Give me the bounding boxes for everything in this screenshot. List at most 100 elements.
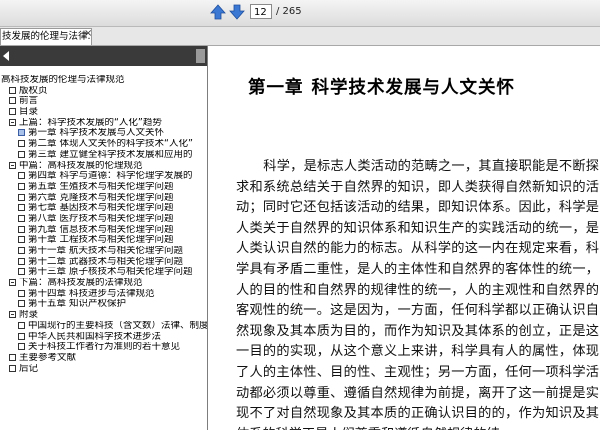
bookmark-page-icon xyxy=(9,86,16,94)
bookmark-page-icon xyxy=(9,108,16,116)
page-number-input[interactable]: 12 xyxy=(250,4,272,19)
bookmark-item[interactable]: 第十章 工程技术与相关伦理学问题 xyxy=(0,235,207,246)
bookmark-item[interactable]: 第一章 科学技术发展与人文关怀 xyxy=(0,128,207,139)
bookmark-label: 第十五章 知识产权保护 xyxy=(28,299,127,310)
bookmark-item[interactable]: 主要参考文献 xyxy=(0,353,207,364)
bookmark-label: 第七章 基因技术与相关伦理学问题 xyxy=(28,203,174,214)
bookmark-label: 第四章 科学与道德：科学伦理学发展的 xyxy=(28,171,193,182)
bookmark-item[interactable]: 版权页 xyxy=(0,86,207,97)
bookmark-label: 版权页 xyxy=(19,85,48,96)
bookmark-item[interactable]: 前言 xyxy=(0,96,207,107)
bookmark-page-icon xyxy=(18,247,25,254)
bookmark-page-icon xyxy=(18,236,25,244)
tab-document[interactable]: 技发展的伦理与法律... xyxy=(0,28,92,45)
bookmark-page-icon xyxy=(18,289,25,297)
bookmark-label: 第三章 建立健全科学技术发展和应用的 xyxy=(28,149,193,160)
bookmark-page-icon xyxy=(18,343,25,351)
body-text: 科学，是标志人类活动的范畴之一，其直接职能是不断探求和系统总结关于自然界的知识，… xyxy=(236,159,599,430)
document-page: 第一章 科学技术发展与人文关怀 科学，是标志人类活动的范畴之一，其直接职能是不断探… xyxy=(208,46,600,430)
bookmark-page-icon xyxy=(18,204,25,212)
bookmark-item[interactable]: 中篇：高科技发展的伦理规范 xyxy=(0,161,207,172)
bookmark-label: 第五章 生殖技术与相关伦理学问题 xyxy=(28,181,174,192)
bookmark-label: 第一章 科学技术发展与人文关怀 xyxy=(28,128,165,139)
bookmark-page-icon xyxy=(9,97,16,105)
bookmark-page-icon xyxy=(18,182,25,190)
bookmark-label: 后记 xyxy=(19,363,39,374)
bookmark-label: 第十二章 武器技术与相关伦理学问题 xyxy=(28,256,184,267)
bookmark-label: 前言 xyxy=(19,96,39,107)
bookmark-item[interactable]: 附录 xyxy=(0,310,207,321)
bookmark-item[interactable]: 高科技发展的伦理与法律规范 xyxy=(0,75,207,86)
arrow-up-icon[interactable] xyxy=(209,3,227,21)
bookmark-item[interactable]: 上篇：科学技术发展的“人化”趋势 xyxy=(0,118,207,129)
bookmark-page-icon xyxy=(18,225,25,233)
bookmark-item[interactable]: 第三章 建立健全科学技术发展和应用的 xyxy=(0,150,207,161)
bookmark-page-icon xyxy=(18,332,25,340)
bookmark-sidebar: 高科技发展的伦理与法律规范 版权页 前言 目录 上篇：科学技术发展的“人化”趋势 第一章 … xyxy=(0,46,208,430)
collapse-sidebar-icon[interactable] xyxy=(3,51,9,61)
bookmark-item[interactable]: 第二章 体现人文关怀的科学技术“人化” xyxy=(0,139,207,150)
chapter-title: 科学技术发展与人文关怀 xyxy=(311,78,515,98)
toolbar: 12 / 265 xyxy=(0,0,600,27)
bookmark-label: 下篇：高科技发展的法律规范 xyxy=(19,278,143,289)
bookmark-label: 中篇：高科技发展的伦理规范 xyxy=(19,160,143,171)
bookmark-page-icon xyxy=(9,364,16,372)
chapter-number: 第一章 xyxy=(248,78,304,98)
arrow-down-icon[interactable] xyxy=(228,3,246,21)
chapter-heading: 第一章 科学技术发展与人文关怀 xyxy=(248,74,515,99)
bookmark-label: 第十一章 航天技术与相关伦理学问题 xyxy=(28,246,184,256)
bookmark-page-icon xyxy=(18,172,25,180)
bookmark-page-icon xyxy=(18,214,25,222)
page-total: / 265 xyxy=(276,6,302,17)
bookmark-item[interactable]: 第七章 基因技术与相关伦理学问题 xyxy=(0,203,207,214)
bookmark-item[interactable]: 后记 xyxy=(0,364,207,375)
bookmark-item[interactable]: 第六章 克隆技术与相关伦理学问题 xyxy=(0,193,207,204)
bookmark-item[interactable]: 第十二章 武器技术与相关伦理学问题 xyxy=(0,257,207,268)
bookmark-page-icon xyxy=(18,129,25,137)
bookmark-label: 第八章 医疗技术与相关伦理学问题 xyxy=(28,213,174,224)
bookmark-label: 主要参考文献 xyxy=(19,352,77,363)
bookmark-page-icon xyxy=(18,268,25,276)
bookmark-label: 第十三章 原子核技术与相关伦理学问题 xyxy=(28,267,193,278)
bookmark-label: 第十四章 科技进步与法律规范 xyxy=(28,288,155,299)
bookmark-item[interactable]: 下篇：高科技发展的法律规范 xyxy=(0,278,207,289)
tab-close-icon[interactable]: × xyxy=(84,28,92,39)
bookmark-page-icon xyxy=(18,150,25,158)
bookmark-item[interactable]: 第十一章 航天技术与相关伦理学问题 xyxy=(0,246,207,257)
bookmark-label: 中国现行的主要科技（含文数）法律、制度 xyxy=(28,320,207,331)
bookmark-item[interactable]: 关于科技工作者行为准则的若干意见 xyxy=(0,342,207,353)
bookmark-label: 第二章 体现人文关怀的科学技术“人化” xyxy=(28,139,193,150)
sidebar-header xyxy=(0,46,207,66)
bookmark-item[interactable]: 中华人民共和国科学技术进步法 xyxy=(0,332,207,343)
bookmark-item[interactable]: 第十五章 知识产权保护 xyxy=(0,299,207,310)
bookmark-tree: 高科技发展的伦理与法律规范 版权页 前言 目录 上篇：科学技术发展的“人化”趋势 第一章 … xyxy=(0,75,207,374)
bookmark-item[interactable]: 第十四章 科技进步与法律规范 xyxy=(0,289,207,300)
bookmark-label: 中华人民共和国科学技术进步法 xyxy=(28,331,162,342)
bookmark-label: 目录 xyxy=(19,107,39,118)
bookmark-item[interactable]: 目录 xyxy=(0,107,207,118)
bookmark-label: 上篇：科学技术发展的“人化”趋势 xyxy=(19,117,162,128)
expand-toggle-icon[interactable] xyxy=(9,118,16,126)
bookmark-item[interactable]: 第八章 医疗技术与相关伦理学问题 xyxy=(0,214,207,225)
bookmark-item[interactable]: 第十三章 原子核技术与相关伦理学问题 xyxy=(0,267,207,278)
sidebar-scrollbar[interactable] xyxy=(196,49,205,63)
bookmark-item[interactable]: 第九章 信息技术与相关伦理学问题 xyxy=(0,225,207,236)
bookmark-page-icon xyxy=(18,300,25,308)
bookmark-item[interactable]: 中国现行的主要科技（含文数）法律、制度 xyxy=(0,321,207,332)
expand-toggle-icon[interactable] xyxy=(9,311,16,319)
bookmark-label: 第六章 克隆技术与相关伦理学问题 xyxy=(28,192,174,203)
bookmark-label: 附录 xyxy=(19,310,39,321)
expand-toggle-icon[interactable] xyxy=(9,161,16,169)
bookmark-label: 高科技发展的伦理与法律规范 xyxy=(1,75,125,85)
expand-toggle-icon[interactable] xyxy=(9,279,16,287)
bookmark-page-icon xyxy=(18,193,25,201)
bookmark-label: 第十章 工程技术与相关伦理学问题 xyxy=(28,235,174,246)
bookmark-page-icon xyxy=(18,321,25,329)
bookmark-label: 关于科技工作者行为准则的若干意见 xyxy=(28,342,181,353)
bookmark-page-icon xyxy=(18,257,25,265)
bookmark-page-icon xyxy=(18,140,25,148)
bookmark-item[interactable]: 第五章 生殖技术与相关伦理学问题 xyxy=(0,182,207,193)
bookmark-label: 第九章 信息技术与相关伦理学问题 xyxy=(28,224,174,235)
bookmark-item[interactable]: 第四章 科学与道德：科学伦理学发展的 xyxy=(0,171,207,182)
body-paragraph: 科学，是标志人类活动的范畴之一，其直接职能是不断探求和系统总结关于自然界的知识，… xyxy=(236,157,599,430)
